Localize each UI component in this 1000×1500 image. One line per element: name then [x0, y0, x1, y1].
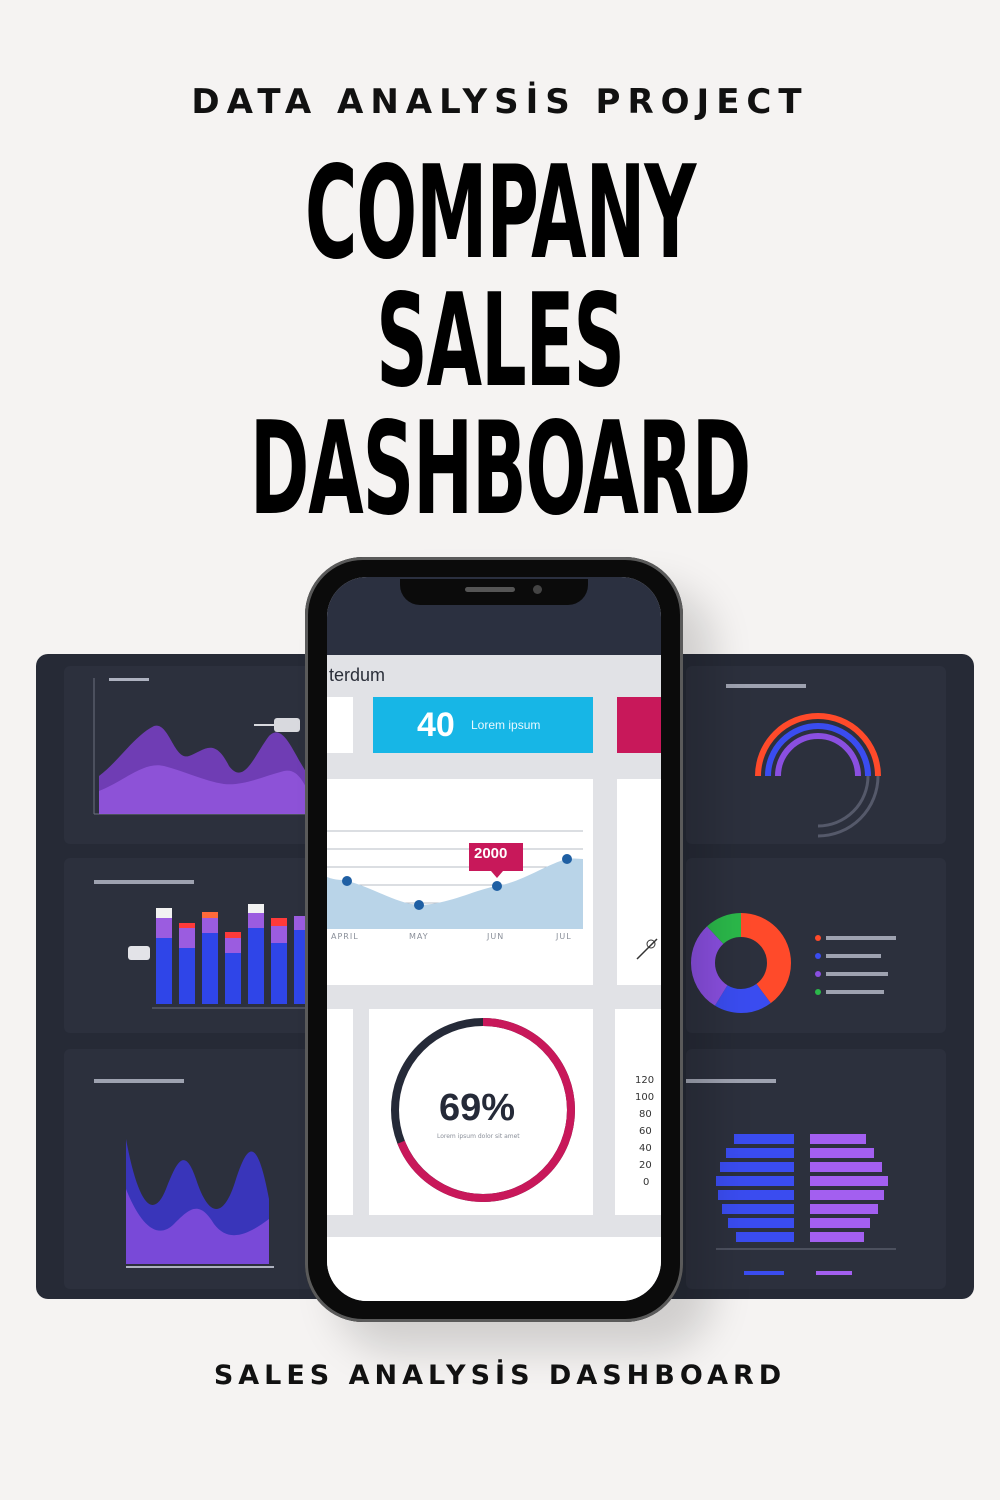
point-may	[414, 900, 424, 910]
callout-value: 2000	[474, 845, 508, 862]
panel-bar-chart	[64, 858, 314, 1033]
panel-pyramid-chart	[686, 1049, 946, 1289]
kpi-card-left	[327, 697, 353, 753]
kpi-card-blue[interactable]: 40 Lorem ipsum	[373, 697, 593, 753]
axis-tick-40: 40	[639, 1143, 652, 1154]
title-line-3: DASHBOARD	[249, 395, 751, 544]
page-title: COMPANY SALES DASHBOARD	[0, 150, 1000, 534]
point-april	[342, 876, 352, 886]
speaker-grille	[465, 587, 515, 592]
gauge-caption: Lorem ipsum dolor sit amet	[437, 1133, 520, 1140]
screen-title: terdum	[329, 665, 386, 685]
title-line-1: COMPANY	[304, 139, 696, 288]
footer-subtitle: SALES ANALYSİS DASHBOARD	[213, 1360, 787, 1391]
point-jul	[562, 854, 572, 864]
side-card-right	[617, 779, 661, 985]
wave-chart-graphic	[94, 1079, 274, 1268]
axis-tick-120: 120	[635, 1075, 655, 1086]
month-label-april: APRIL	[331, 932, 359, 941]
point-jun	[492, 881, 502, 891]
month-label-jun: JUN	[487, 932, 505, 941]
axis-tick-80: 80	[639, 1109, 652, 1120]
title-line-2: SALES	[376, 267, 625, 416]
month-label-may: MAY	[409, 932, 429, 941]
kpi-value: 40	[417, 706, 455, 744]
phone-notch	[400, 579, 588, 605]
panel-wave-chart	[64, 1049, 314, 1289]
axis-tick-100: 100	[635, 1092, 655, 1103]
pyramid-chart-graphic	[686, 1079, 896, 1275]
month-label-jul: JUL	[556, 932, 572, 941]
panel-radial-chart	[686, 666, 946, 844]
line-chart-card: 2000 APRIL MAY JUN JUL	[327, 779, 593, 985]
area-chart-graphic	[93, 678, 309, 815]
donut-chart-graphic	[691, 913, 896, 1013]
gauge-card: 69% Lorem ipsum dolor sit amet	[369, 1009, 593, 1215]
panel-donut-chart	[686, 858, 946, 1033]
kpi-label: Lorem ipsum	[471, 718, 541, 732]
axis-tick-20: 20	[639, 1160, 652, 1171]
phone-screen: terdum 40 Lorem ipsum 2000 APRIL MAY JUN…	[327, 577, 661, 1301]
line-chart-graphic	[327, 830, 583, 929]
radial-bars-graphic	[726, 684, 881, 838]
panel-area-chart	[64, 666, 314, 844]
axis-card: 120 100 80 60 40 20 0	[615, 1009, 661, 1215]
phone-mockup: terdum 40 Lorem ipsum 2000 APRIL MAY JUN…	[305, 557, 683, 1322]
stacked-bar-graphic	[94, 880, 312, 1009]
axis-tick-0: 0	[643, 1177, 650, 1188]
project-kicker: DATA ANALYSİS PROJECT	[191, 82, 809, 122]
kpi-card-crimson	[617, 697, 661, 753]
screen-bottom	[327, 1237, 661, 1301]
camera-icon	[533, 585, 542, 594]
bottom-card-left	[327, 1009, 353, 1215]
gauge-value: 69%	[439, 1087, 516, 1129]
axis-tick-60: 60	[639, 1126, 652, 1137]
